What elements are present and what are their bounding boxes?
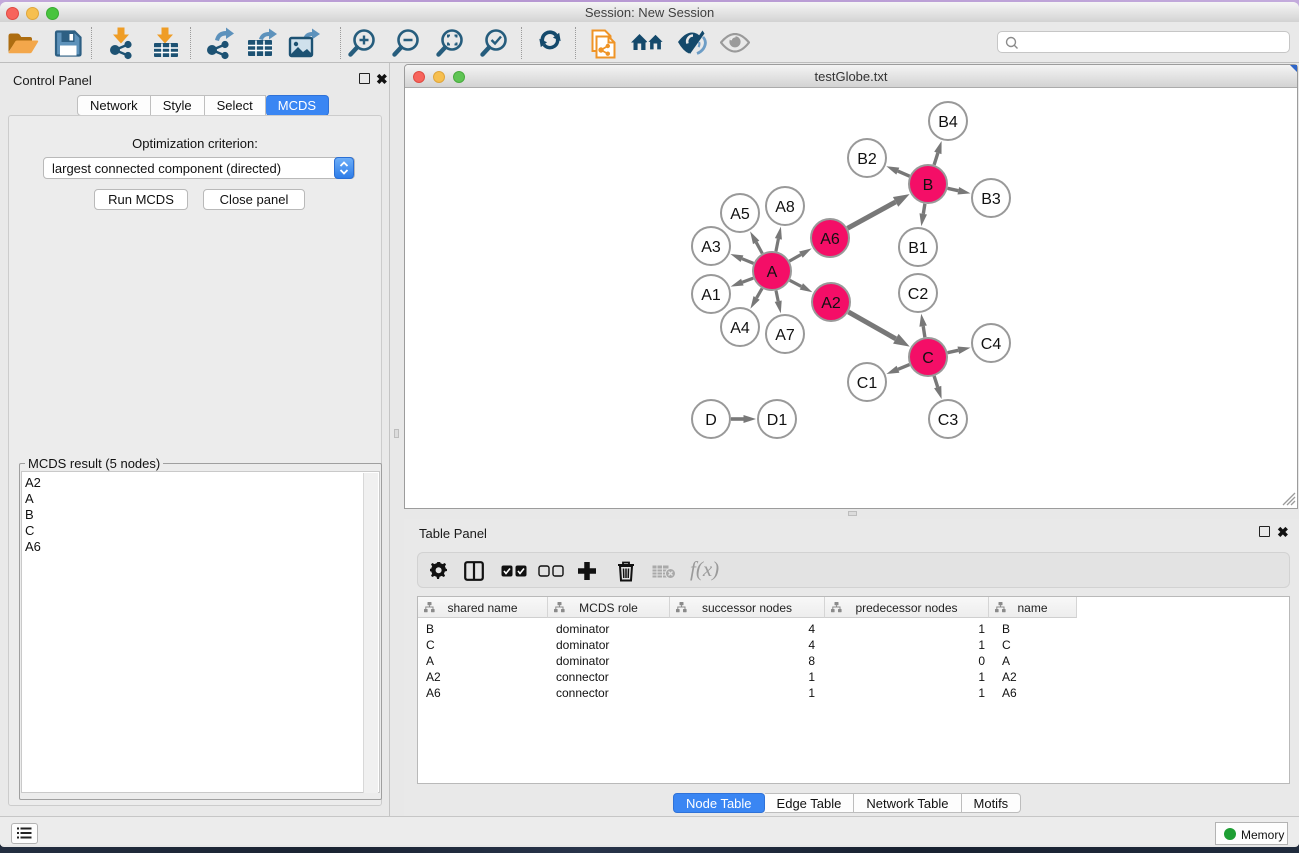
- svg-text:A7: A7: [775, 327, 795, 344]
- svg-text:A2: A2: [821, 295, 841, 312]
- svg-text:A: A: [767, 264, 778, 281]
- svg-text:A5: A5: [730, 206, 750, 223]
- svg-text:C2: C2: [908, 286, 929, 303]
- svg-text:C1: C1: [857, 375, 878, 392]
- svg-text:B2: B2: [857, 151, 877, 168]
- svg-text:B1: B1: [908, 240, 928, 257]
- svg-text:B4: B4: [938, 114, 958, 131]
- svg-text:A1: A1: [701, 287, 721, 304]
- svg-text:C3: C3: [938, 412, 959, 429]
- svg-text:B: B: [923, 177, 934, 194]
- svg-text:A4: A4: [730, 320, 750, 337]
- svg-text:C4: C4: [981, 336, 1002, 353]
- svg-text:D1: D1: [767, 412, 788, 429]
- svg-text:A6: A6: [820, 231, 840, 248]
- svg-text:C: C: [922, 350, 934, 367]
- svg-text:B3: B3: [981, 191, 1001, 208]
- svg-text:A3: A3: [701, 239, 721, 256]
- svg-text:D: D: [705, 412, 717, 429]
- svg-text:A8: A8: [775, 199, 795, 216]
